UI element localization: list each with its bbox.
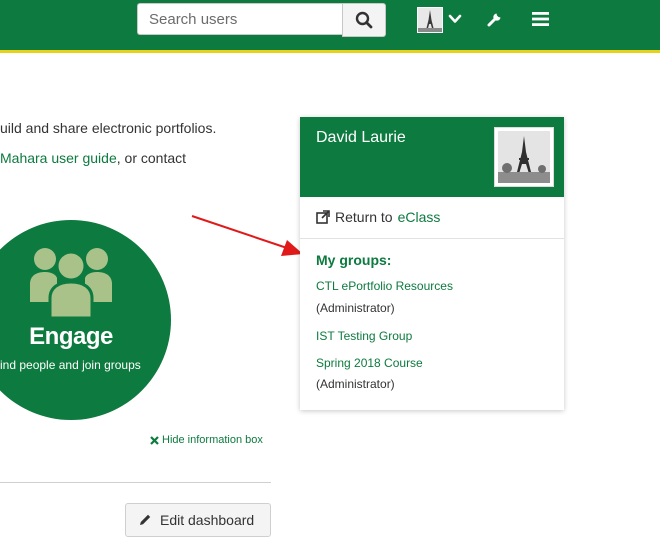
intro-text-tail: , or contact <box>116 150 187 166</box>
intro-text-guide: Mahara user guide, or contact <box>0 150 186 166</box>
profile-card: David Laurie Return to eClass My groups:… <box>300 117 564 410</box>
eclass-link[interactable]: eClass <box>398 209 441 225</box>
divider <box>0 482 271 483</box>
profile-card-header: David Laurie <box>300 117 564 197</box>
return-to-eclass-link[interactable]: Return to eClass <box>316 209 440 225</box>
menu-icon[interactable] <box>532 11 550 27</box>
close-icon <box>150 435 159 445</box>
external-link-icon <box>316 210 330 224</box>
group-role: (Administrator) <box>316 301 395 315</box>
wrench-icon[interactable] <box>487 10 504 27</box>
search-button[interactable] <box>342 3 386 37</box>
engage-title: Engage <box>29 323 113 350</box>
profile-photo[interactable] <box>494 127 554 187</box>
top-navbar <box>0 0 660 53</box>
avatar[interactable] <box>417 7 443 33</box>
group-link[interactable]: Spring 2018 Course <box>316 356 423 370</box>
pencil-icon <box>140 514 151 525</box>
engage-subtitle: ind people and join groups <box>0 358 141 372</box>
my-groups-heading: My groups: <box>316 252 392 268</box>
group-link[interactable]: CTL ePortfolio Resources <box>316 279 453 293</box>
search-input[interactable] <box>137 3 342 35</box>
divider <box>300 238 564 239</box>
users-group-icon <box>30 248 112 320</box>
return-prefix: Return to <box>335 209 393 225</box>
profile-name[interactable]: David Laurie <box>316 129 406 147</box>
chevron-down-icon[interactable] <box>448 12 462 26</box>
search-icon <box>355 11 373 29</box>
hide-info-label: Hide information box <box>162 434 263 446</box>
eiffel-tower-photo <box>498 131 550 183</box>
user-guide-link[interactable]: Mahara user guide <box>0 150 117 166</box>
eiffel-tower-photo <box>418 8 442 32</box>
annotation-arrow <box>191 215 303 256</box>
edit-dashboard-button[interactable]: Edit dashboard <box>125 503 271 537</box>
edit-dashboard-label: Edit dashboard <box>160 512 255 528</box>
group-role: (Administrator) <box>316 377 395 391</box>
user-search <box>137 3 386 37</box>
group-link[interactable]: IST Testing Group <box>316 329 412 343</box>
intro-text: uild and share electronic portfolios. <box>0 120 217 136</box>
hide-info-box-link[interactable]: Hide information box <box>150 434 263 446</box>
